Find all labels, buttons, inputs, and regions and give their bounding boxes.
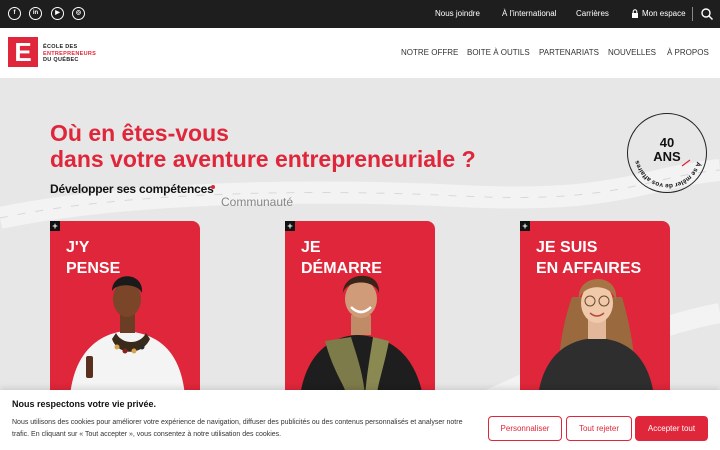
card-title: J'Y PENSE [66, 237, 120, 279]
nav-partenariats[interactable]: PARTENARIATS [539, 48, 599, 57]
card-title-line-2: DÉMARRE [301, 260, 382, 277]
nav-nouvelles[interactable]: NOUVELLES [608, 48, 656, 57]
card-title: JE SUIS EN AFFAIRES [536, 237, 641, 279]
lock-icon [632, 9, 638, 18]
mon-espace-link[interactable]: Mon espace [642, 9, 686, 18]
tab-developper-competences[interactable]: Développer ses compétences [50, 182, 214, 196]
instagram-icon[interactable]: ◎ [72, 7, 85, 20]
topbar-divider [692, 7, 693, 21]
youtube-icon[interactable]: ▶ [51, 7, 64, 20]
card-title-line-2: EN AFFAIRES [536, 260, 642, 277]
hero-heading-line-2: dans votre aventure entrepreneuriale ? [50, 146, 476, 172]
customize-button[interactable]: Personnaliser [488, 416, 562, 441]
nav-boite-a-outils[interactable]: BOITE À OUTILS [467, 48, 530, 57]
nav-notre-offre[interactable]: NOTRE OFFRE [401, 48, 458, 57]
international-link[interactable]: À l'international [502, 9, 556, 18]
nous-joindre-link[interactable]: Nous joindre [435, 9, 480, 18]
card-title-line-1: JE [301, 239, 321, 256]
cookie-consent-banner: Nous respectons votre vie privée. Nous u… [0, 390, 720, 450]
hero-heading-line-1: Où en êtes-vous [50, 120, 229, 146]
main-navigation: E ÉCOLE DES ENTREPRENEURS DU QUÉBEC NOTR… [0, 28, 720, 78]
card-title-line-1: JE SUIS [536, 239, 598, 256]
linkedin-icon[interactable]: in [29, 7, 42, 20]
anniversary-badge: À se mêler de vos affaires 40 ANS [627, 113, 707, 193]
reject-all-button[interactable]: Tout rejeter [566, 416, 632, 441]
active-tab-indicator [211, 185, 215, 189]
cookie-description: Nous utilisons des cookies pour améliore… [12, 419, 463, 438]
top-utility-bar: f in ▶ ◎ Nous joindre À l'international … [0, 0, 720, 28]
card-jy-pense[interactable]: J'Y PENSE [50, 221, 200, 396]
card-expand-button[interactable]: + [50, 221, 60, 231]
nav-a-propos[interactable]: À PROPOS [667, 48, 709, 57]
tab-communaute[interactable]: Communauté [221, 195, 293, 209]
search-icon[interactable] [700, 7, 714, 21]
badge-number: 40 [659, 135, 675, 150]
logo-mark[interactable]: E [8, 37, 38, 67]
card-expand-button[interactable]: + [520, 221, 530, 231]
accept-all-button[interactable]: Accepter tout [635, 416, 708, 441]
carrieres-link[interactable]: Carrières [576, 9, 609, 18]
logo-wordmark[interactable]: ÉCOLE DES ENTREPRENEURS DU QUÉBEC [43, 44, 96, 64]
card-je-suis-en-affaires[interactable]: JE SUIS EN AFFAIRES [520, 221, 670, 396]
card-je-demarre[interactable]: JE DÉMARRE [285, 221, 435, 396]
card-expand-button[interactable]: + [285, 221, 295, 231]
card-title: JE DÉMARRE [301, 237, 382, 279]
cookie-title: Nous respectons votre vie privée. [12, 399, 157, 409]
facebook-icon[interactable]: f [8, 7, 21, 20]
hero-heading: Où en êtes-vous dans votre aventure entr… [50, 120, 570, 172]
logo-line-3: DU QUÉBEC [43, 57, 79, 63]
card-title-line-2: PENSE [66, 260, 121, 277]
card-title-line-1: J'Y [66, 239, 90, 256]
badge-unit: ANS [653, 149, 681, 164]
